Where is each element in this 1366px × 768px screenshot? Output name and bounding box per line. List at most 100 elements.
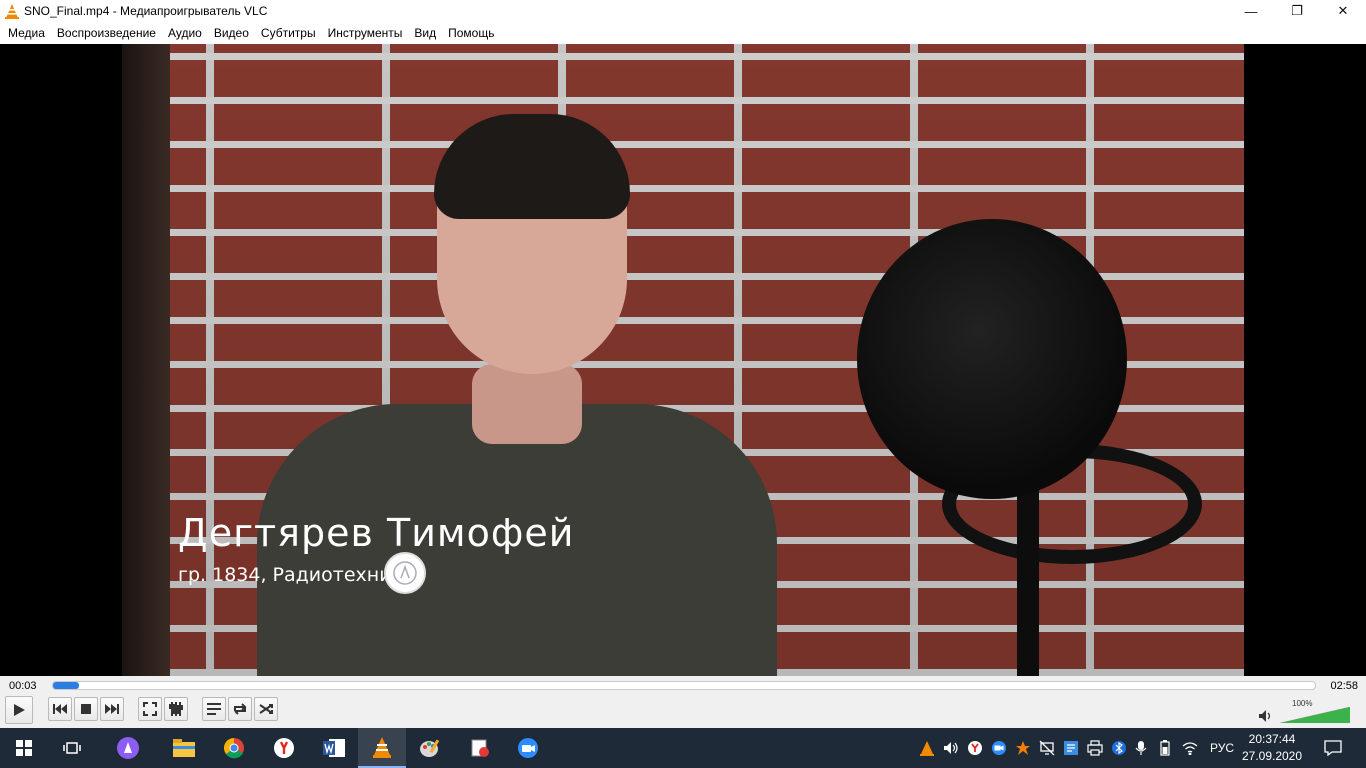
- window-title: SNO_Final.mp4 - Медиапроигрыватель VLC: [24, 4, 268, 18]
- fullscreen-button[interactable]: [138, 697, 162, 721]
- word-button[interactable]: [310, 728, 358, 768]
- loop-icon: [234, 703, 247, 715]
- minimize-button[interactable]: —: [1228, 0, 1274, 22]
- person-neck: [472, 364, 582, 444]
- menu-playback[interactable]: Воспроизведение: [51, 22, 162, 44]
- menu-subtitles[interactable]: Субтитры: [255, 22, 322, 44]
- app-icon: [471, 739, 489, 757]
- tray-microphone[interactable]: [1130, 728, 1152, 768]
- menu-view[interactable]: Вид: [408, 22, 442, 44]
- alice-button[interactable]: [104, 728, 152, 768]
- menu-media[interactable]: Медиа: [2, 22, 51, 44]
- clock-date: 27.09.2020: [1241, 749, 1303, 763]
- taskbar: РУС 20:37:44 27.09.2020: [0, 728, 1366, 768]
- seek-slider[interactable]: [52, 681, 1316, 690]
- previous-icon: [53, 704, 67, 714]
- yandex-tray-icon: [968, 741, 982, 755]
- control-buttons: 100%: [0, 696, 1366, 725]
- windows-start-icon: [16, 740, 32, 756]
- language-label: РУС: [1209, 741, 1235, 755]
- taskbar-clock[interactable]: 20:37:44 27.09.2020: [1236, 731, 1308, 765]
- caption-subtitle: гр. 1834, Радиотехни: [178, 564, 392, 586]
- tray-network-disabled[interactable]: [1036, 728, 1058, 768]
- tray-wifi[interactable]: [1178, 728, 1202, 768]
- playlist-icon: [207, 703, 221, 715]
- menu-tools[interactable]: Инструменты: [322, 22, 409, 44]
- shuffle-icon: [259, 704, 273, 714]
- play-button[interactable]: [5, 696, 33, 724]
- printer-tray-icon: [1087, 740, 1103, 756]
- previous-button[interactable]: [48, 697, 72, 721]
- bluetooth-tray-icon: [1112, 741, 1126, 755]
- vlc-icon: [373, 737, 391, 758]
- task-view-button[interactable]: [48, 728, 96, 768]
- stop-icon: [81, 704, 91, 714]
- extended-settings-icon: [169, 702, 183, 716]
- tray-printer[interactable]: [1084, 728, 1106, 768]
- close-button[interactable]: ✕: [1320, 0, 1366, 22]
- total-time: 02:58: [1330, 680, 1358, 692]
- vlc-taskbar-button[interactable]: [358, 728, 406, 768]
- stop-button[interactable]: [74, 697, 98, 721]
- task-view-icon: [63, 742, 81, 754]
- zoom-button[interactable]: [504, 728, 552, 768]
- clock-time: 20:37:44: [1248, 732, 1296, 746]
- caption-logo-icon: [384, 552, 426, 594]
- tray-bluetooth[interactable]: [1108, 728, 1130, 768]
- video-frame[interactable]: Дегтярев Тимофей гр. 1834, Радиотехни: [122, 44, 1244, 676]
- title-bar[interactable]: SNO_Final.mp4 - Медиапроигрыватель VLC —…: [0, 0, 1366, 22]
- controls-panel: 00:03 02:58 100%: [0, 676, 1366, 728]
- extended-settings-button[interactable]: [164, 697, 188, 721]
- volume-slider[interactable]: [1280, 707, 1350, 723]
- shuffle-button[interactable]: [254, 697, 278, 721]
- yandex-browser-icon: [274, 738, 294, 758]
- tray-yandex[interactable]: [964, 728, 986, 768]
- tray-app-blue[interactable]: [1060, 728, 1082, 768]
- chrome-icon: [224, 738, 244, 759]
- orange-app-tray-icon: [1016, 741, 1030, 755]
- zoom-tray-icon: [992, 741, 1006, 755]
- paint-icon: [420, 739, 440, 757]
- notification-icon: [1324, 740, 1342, 756]
- chrome-button[interactable]: [210, 728, 258, 768]
- start-button[interactable]: [0, 728, 48, 768]
- volume-control[interactable]: 100%: [1258, 699, 1358, 723]
- play-icon: [14, 704, 25, 716]
- notifications-button[interactable]: [1318, 728, 1348, 768]
- vlc-logo-icon: [5, 4, 19, 19]
- video-dark-edge: [122, 44, 170, 676]
- menu-video[interactable]: Видео: [208, 22, 255, 44]
- microphone-tray-icon: [1135, 741, 1147, 755]
- menu-audio[interactable]: Аудио: [162, 22, 208, 44]
- tray-volume[interactable]: [940, 728, 962, 768]
- next-button[interactable]: [100, 697, 124, 721]
- word-icon: [323, 739, 345, 757]
- maximize-button[interactable]: ❐: [1274, 0, 1320, 22]
- yandex-browser-button[interactable]: [260, 728, 308, 768]
- battery-tray-icon: [1160, 740, 1170, 756]
- tray-app-orange[interactable]: [1012, 728, 1034, 768]
- language-indicator[interactable]: РУС: [1204, 728, 1240, 768]
- person-hair: [434, 114, 630, 219]
- tray-battery[interactable]: [1154, 728, 1176, 768]
- tray-zoom[interactable]: [988, 728, 1010, 768]
- speaker-icon[interactable]: [1258, 709, 1272, 723]
- loop-button[interactable]: [228, 697, 252, 721]
- menu-bar: Медиа Воспроизведение Аудио Видео Субтит…: [0, 22, 1366, 44]
- wifi-tray-icon: [1182, 742, 1198, 755]
- file-explorer-icon: [173, 739, 195, 757]
- microphone: [857, 219, 1127, 499]
- video-area[interactable]: Дегтярев Тимофей гр. 1834, Радиотехни: [0, 44, 1366, 676]
- network-tray-icon: [1039, 740, 1055, 756]
- blue-app-tray-icon: [1064, 741, 1078, 755]
- menu-help[interactable]: Помощь: [442, 22, 500, 44]
- file-explorer-button[interactable]: [160, 728, 208, 768]
- tray-vlc[interactable]: [916, 728, 938, 768]
- seek-progress: [53, 682, 79, 689]
- current-time: 00:03: [9, 680, 37, 692]
- next-icon: [105, 704, 119, 714]
- caption-name: Дегтярев Тимофей: [178, 511, 575, 555]
- paint-button[interactable]: [406, 728, 454, 768]
- app-button[interactable]: [456, 728, 504, 768]
- playlist-button[interactable]: [202, 697, 226, 721]
